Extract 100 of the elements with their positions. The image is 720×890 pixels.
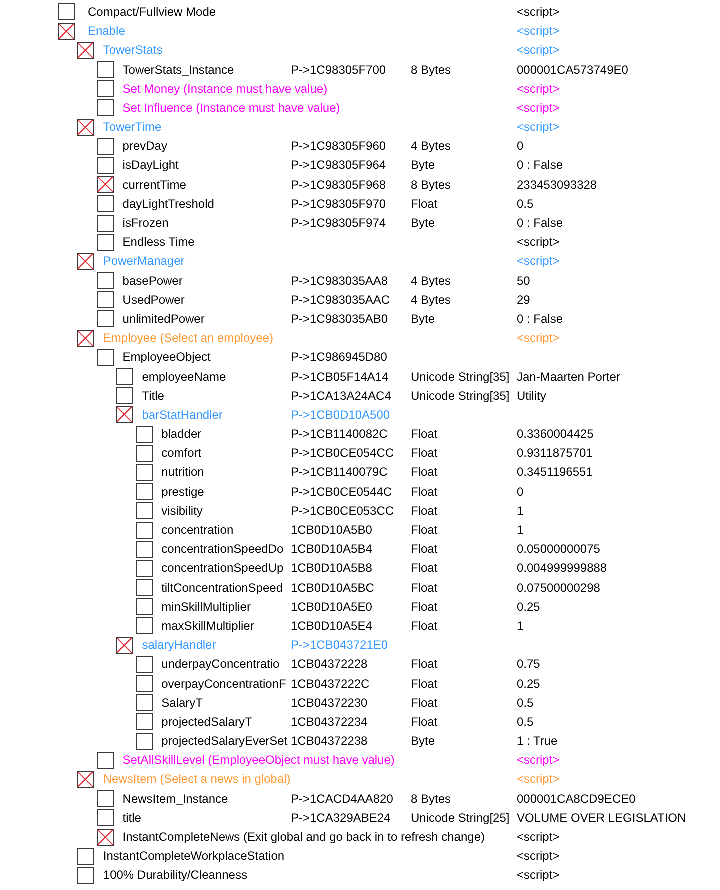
active-checkbox[interactable]	[136, 675, 153, 692]
entry-address: P->1CB0CE053CC	[291, 504, 394, 518]
active-checkbox[interactable]	[96, 214, 114, 232]
active-checkbox[interactable]	[136, 713, 153, 730]
entry-address: P->1CB05F14A14	[291, 370, 389, 384]
entry-type: Float	[411, 676, 438, 691]
active-checkbox[interactable]	[116, 636, 134, 654]
active-checkbox[interactable]	[77, 770, 94, 788]
active-checkbox[interactable]	[77, 42, 94, 59]
active-checkbox[interactable]	[136, 732, 153, 750]
active-checkbox[interactable]	[136, 483, 153, 500]
active-checkbox[interactable]	[136, 656, 153, 673]
entry-description: isFrozen	[122, 216, 169, 230]
active-checkbox[interactable]	[96, 80, 114, 98]
entry-type: Float	[411, 580, 438, 595]
active-checkbox[interactable]	[136, 464, 153, 481]
entry-address: 1CB0D10A5E0	[291, 600, 372, 614]
entry-value: 0	[517, 484, 524, 499]
active-checkbox[interactable]	[96, 234, 114, 251]
entry-value: 0	[517, 139, 524, 154]
entry-value: 000001CA573749E0	[517, 62, 628, 77]
entry-type: Float	[411, 196, 438, 211]
entry-type: Float	[411, 714, 438, 729]
entry-type: Float	[411, 465, 438, 480]
active-checkbox[interactable]	[96, 61, 114, 78]
entry-type: Float	[411, 696, 438, 710]
entry-description: bladder	[162, 427, 202, 442]
active-checkbox[interactable]	[96, 138, 114, 155]
active-checkbox[interactable]	[58, 3, 75, 20]
active-checkbox[interactable]	[96, 156, 114, 174]
active-checkbox[interactable]	[136, 560, 153, 577]
active-checkbox[interactable]	[96, 99, 114, 116]
entry-description: concentration	[162, 523, 234, 538]
active-checkbox[interactable]	[96, 310, 114, 328]
active-checkbox[interactable]	[136, 617, 153, 634]
entry-description: TowerStats_Instance	[122, 62, 234, 77]
active-checkbox[interactable]	[77, 848, 94, 865]
entry-value: <script>	[517, 24, 560, 38]
active-checkbox[interactable]	[136, 540, 153, 558]
active-checkbox[interactable]	[77, 252, 94, 270]
entry-description: Employee (Select an employee)	[103, 331, 274, 346]
active-checkbox[interactable]	[96, 348, 114, 366]
entry-value: <script>	[517, 331, 560, 346]
active-checkbox[interactable]	[96, 291, 114, 308]
entry-type: Float	[411, 657, 438, 672]
entry-value: Utility	[517, 388, 546, 403]
active-checkbox[interactable]	[116, 368, 134, 386]
entry-address: P->1CB0D10A500	[291, 408, 390, 422]
active-checkbox[interactable]	[96, 195, 114, 212]
entry-value: <script>	[517, 120, 560, 134]
entry-description: TowerTime	[103, 120, 162, 134]
entry-description: SalaryT	[162, 696, 203, 710]
active-checkbox[interactable]	[96, 752, 114, 769]
active-checkbox[interactable]	[77, 330, 94, 347]
entry-value: 50	[517, 274, 530, 288]
active-checkbox[interactable]	[96, 790, 114, 808]
entry-value: 0.25	[517, 600, 540, 614]
entry-description: basePower	[122, 274, 183, 288]
entry-type: Float	[411, 618, 438, 633]
entry-description: maxSkillMultiplier	[162, 618, 254, 633]
entry-value: <script>	[517, 830, 560, 844]
entry-address: 1CB04372234	[291, 714, 368, 729]
active-checkbox[interactable]	[136, 426, 153, 443]
entry-address: P->1C98305F974	[291, 216, 386, 230]
entry-type: 8 Bytes	[411, 792, 452, 806]
active-checkbox[interactable]	[96, 176, 114, 194]
entry-address: P->1CB0CE054CC	[291, 446, 394, 460]
entry-value: 0.5	[517, 714, 534, 729]
active-checkbox[interactable]	[96, 272, 114, 290]
entry-description: unlimitedPower	[122, 312, 205, 326]
entry-value: 0 : False	[517, 312, 564, 326]
entry-value: <script>	[517, 100, 560, 115]
active-checkbox[interactable]	[116, 406, 134, 424]
active-checkbox[interactable]	[77, 866, 94, 884]
active-checkbox[interactable]	[116, 387, 134, 404]
entry-address: P->1CACD4AA820	[291, 792, 394, 806]
entry-address: P->1C98305F970	[291, 196, 386, 211]
active-checkbox[interactable]	[96, 809, 114, 826]
entry-value: <script>	[517, 868, 560, 882]
entry-value: 0.004999999888	[517, 561, 608, 576]
active-checkbox[interactable]	[136, 598, 153, 616]
active-checkbox[interactable]	[136, 502, 153, 520]
entry-value: 1	[517, 504, 524, 518]
active-checkbox[interactable]	[136, 522, 153, 539]
active-checkbox[interactable]	[136, 579, 153, 596]
entry-description: currentTime	[122, 178, 186, 192]
active-checkbox[interactable]	[58, 22, 75, 40]
entry-value: <script>	[517, 772, 560, 786]
entry-type: Unicode String[35]	[411, 388, 510, 403]
entry-description: prevDay	[122, 139, 168, 154]
active-checkbox[interactable]	[136, 694, 153, 712]
entry-description: overpayConcentrationF	[162, 676, 286, 691]
entry-description: UsedPower	[122, 292, 185, 307]
active-checkbox[interactable]	[96, 828, 114, 846]
entry-description: concentrationSpeedDo	[162, 542, 284, 556]
entry-description: underpayConcentratio	[162, 657, 280, 672]
active-checkbox[interactable]	[136, 444, 153, 462]
entry-value: 1	[517, 523, 524, 538]
entry-value: <script>	[517, 235, 560, 250]
active-checkbox[interactable]	[77, 118, 94, 136]
